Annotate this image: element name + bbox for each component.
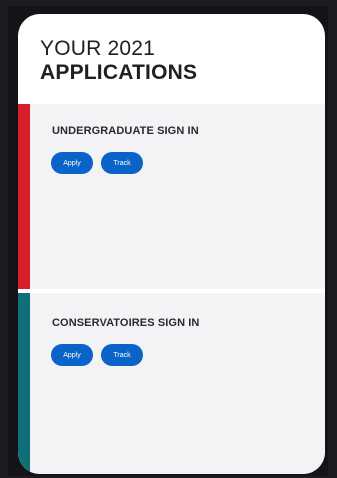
undergraduate-section: UNDERGRADUATE SIGN IN Apply Track [18, 104, 325, 289]
screen-frame: YOUR 2021 APPLICATIONS UNDERGRADUATE SIG… [8, 6, 328, 476]
undergraduate-button-row: Apply Track [51, 152, 143, 174]
title-year: YOUR 2021 [40, 37, 156, 60]
undergraduate-accent-stripe [18, 104, 30, 289]
page-title: YOUR 2021 APPLICATIONS [40, 38, 197, 83]
conservatoires-track-button[interactable]: Track [101, 344, 143, 366]
undergraduate-sign-in-heading: UNDERGRADUATE SIGN IN [52, 125, 199, 137]
conservatoires-accent-stripe [18, 293, 30, 474]
conservatoires-section: CONSERVATOIRES SIGN IN Apply Track [18, 293, 325, 474]
conservatoires-button-row: Apply Track [51, 344, 143, 366]
conservatoires-apply-button[interactable]: Apply [51, 344, 93, 366]
conservatoires-sign-in-heading: CONSERVATOIRES SIGN IN [52, 317, 200, 329]
undergraduate-track-button[interactable]: Track [101, 152, 143, 174]
applications-card: YOUR 2021 APPLICATIONS UNDERGRADUATE SIG… [18, 14, 325, 474]
undergraduate-apply-button[interactable]: Apply [51, 152, 93, 174]
title-applications: APPLICATIONS [40, 61, 198, 84]
